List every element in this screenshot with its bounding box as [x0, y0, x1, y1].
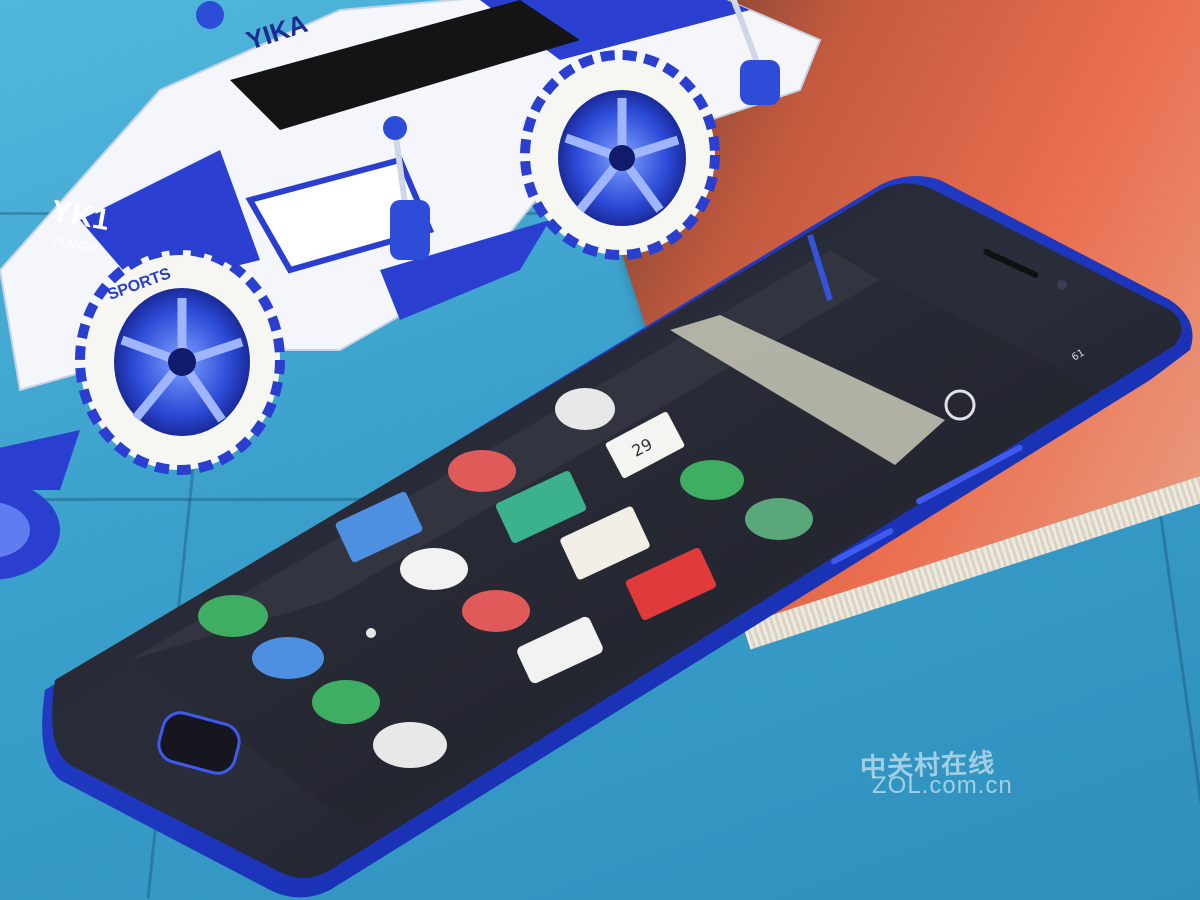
front-camera-icon — [1057, 280, 1067, 290]
photo-scene: YIKA YK1 POWER SPORTS 29 61 中关村在线 ZOL.co… — [0, 0, 1200, 900]
smartphone — [42, 176, 1193, 898]
phone-screen — [130, 250, 1100, 830]
watermark-url: ZOL.com.cn — [872, 772, 1013, 799]
